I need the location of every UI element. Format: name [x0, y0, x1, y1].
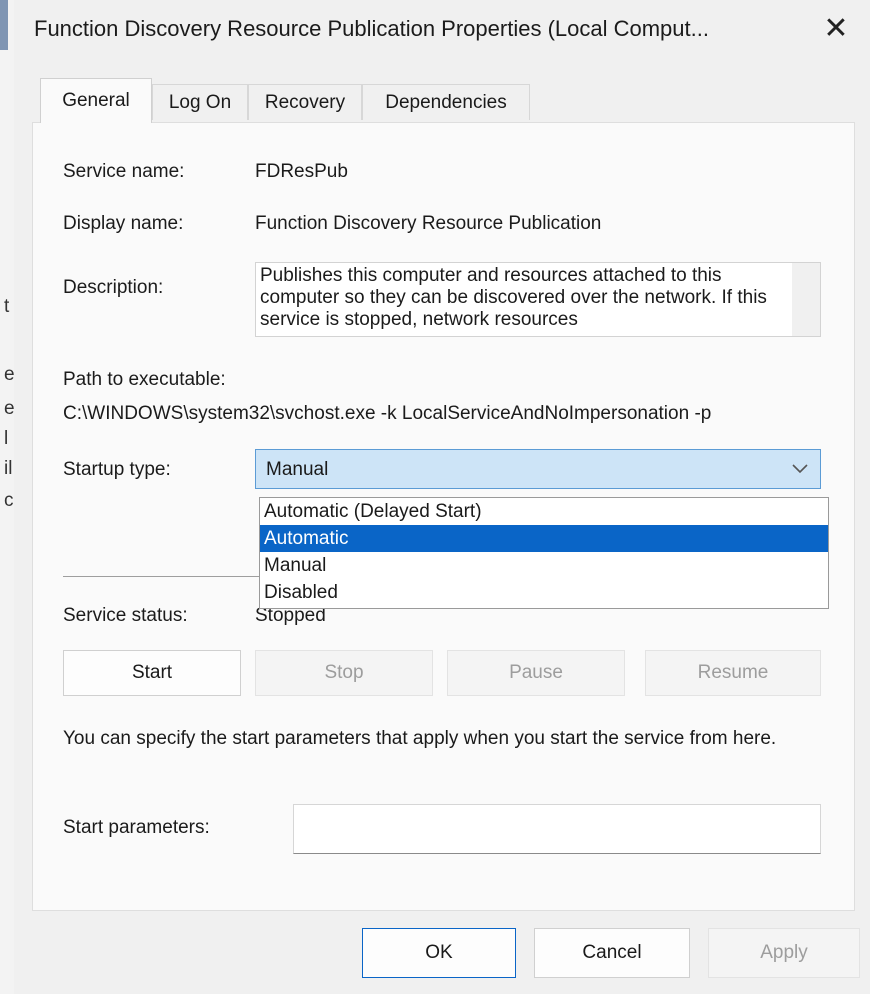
tab-label: General [62, 90, 130, 111]
background-window-edge: t e e l il c [0, 0, 15, 994]
startup-type-value: Manual [266, 459, 329, 480]
tab-label: Log On [168, 91, 232, 113]
start-button[interactable]: Start [63, 650, 241, 696]
resume-button[interactable]: Resume [645, 650, 821, 696]
apply-button-label: Apply [760, 942, 808, 963]
startup-type-select[interactable]: Manual [255, 449, 821, 489]
tab-dependencies[interactable]: Dependencies [362, 84, 530, 120]
background-window-accent [0, 0, 8, 50]
ok-button[interactable]: OK [362, 928, 516, 978]
background-text: e [4, 364, 15, 385]
close-icon: ✕ [823, 12, 849, 45]
chevron-down-icon[interactable] [790, 454, 810, 488]
background-text: il [4, 458, 13, 479]
path-value: C:\WINDOWS\system32\svchost.exe -k Local… [63, 403, 712, 424]
option-automatic[interactable]: Automatic [260, 525, 828, 552]
stop-button-label: Stop [324, 662, 364, 683]
background-text: l [4, 428, 9, 449]
tab-label: Dependencies [385, 91, 507, 113]
startup-type-dropdown-list: Automatic (Delayed Start) Automatic Manu… [259, 497, 829, 609]
pause-button-label: Pause [509, 662, 563, 683]
option-automatic-delayed[interactable]: Automatic (Delayed Start) [260, 498, 828, 525]
ok-button-label: OK [425, 942, 453, 963]
tab-log-on[interactable]: Log On [152, 84, 248, 120]
display-name-label: Display name: [63, 213, 184, 234]
separator-line [63, 576, 263, 577]
tab-label: Recovery [264, 91, 346, 113]
service-name-label: Service name: [63, 161, 185, 182]
pause-button[interactable]: Pause [447, 650, 625, 696]
start-parameters-help-text: You can specify the start parameters tha… [63, 728, 777, 749]
description-scrollbar[interactable] [792, 263, 820, 336]
start-button-label: Start [131, 662, 173, 683]
start-parameters-label: Start parameters: [63, 817, 210, 838]
tab-recovery[interactable]: Recovery [248, 84, 362, 120]
option-manual[interactable]: Manual [260, 552, 828, 579]
background-text: t [4, 296, 10, 317]
tab-general[interactable]: General [40, 78, 152, 123]
startup-type-label: Startup type: [63, 459, 171, 480]
service-properties-dialog: Function Discovery Resource Publication … [14, 0, 870, 994]
background-text: e [4, 398, 15, 419]
start-parameters-input[interactable] [293, 804, 821, 854]
service-status-label: Service status: [63, 605, 188, 626]
description-label: Description: [63, 277, 164, 298]
description-text: Publishes this computer and resources at… [260, 265, 767, 330]
stop-button[interactable]: Stop [255, 650, 433, 696]
apply-button[interactable]: Apply [708, 928, 860, 978]
dialog-title: Function Discovery Resource Publication … [34, 16, 709, 41]
resume-button-label: Resume [697, 662, 769, 683]
description-textbox[interactable]: Publishes this computer and resources at… [255, 262, 821, 337]
path-label: Path to executable: [63, 369, 226, 390]
background-text: c [4, 490, 14, 511]
display-name-value: Function Discovery Resource Publication [255, 213, 602, 234]
service-name-value: FDResPub [255, 161, 348, 182]
cancel-button-label: Cancel [582, 942, 642, 963]
general-tab-panel: Service name: FDResPub Display name: Fun… [32, 122, 855, 911]
cancel-button[interactable]: Cancel [534, 928, 690, 978]
option-disabled[interactable]: Disabled [260, 579, 828, 606]
close-button[interactable]: ✕ [816, 8, 856, 50]
